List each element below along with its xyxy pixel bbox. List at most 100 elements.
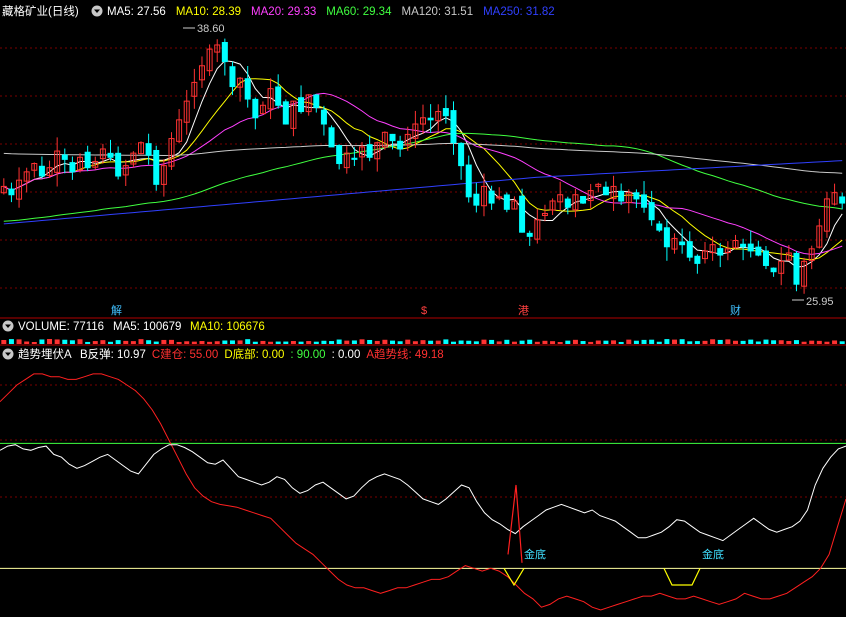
candle-body[interactable] (755, 246, 762, 256)
candle-body[interactable] (458, 142, 465, 167)
ma-label-2: MA20: 29.33 (251, 6, 316, 18)
volume-bar (550, 341, 556, 344)
candle-body[interactable] (313, 94, 320, 108)
ma-label-1: MA10: 28.39 (176, 6, 241, 18)
candle-body[interactable] (229, 66, 236, 88)
ma-dropdown-icon[interactable] (91, 5, 103, 17)
volume-bar (450, 341, 456, 344)
event-marker-dollar[interactable]: $ (421, 305, 427, 317)
candle-body[interactable] (793, 252, 800, 285)
candle-body[interactable] (351, 157, 358, 160)
candle-body[interactable] (221, 41, 228, 63)
candle-body[interactable] (427, 117, 434, 121)
volume-bar (702, 340, 708, 344)
candle-body[interactable] (69, 162, 76, 173)
high-price-label: 38.60 (197, 23, 225, 35)
volume-bar (412, 341, 418, 344)
event-marker-jie[interactable]: 解 (111, 303, 122, 317)
jindi-label-2: 金底 (702, 547, 724, 561)
candle-body[interactable] (61, 154, 68, 160)
candle-body[interactable] (770, 267, 777, 273)
volume-header: VOLUME: 77116 MA5: 100679 MA10: 106676 (2, 320, 265, 333)
candle-body[interactable] (450, 110, 457, 144)
ma-line-60 (3, 132, 843, 222)
candle-body[interactable] (442, 108, 449, 117)
candle-body[interactable] (84, 151, 91, 169)
candle-body[interactable] (641, 194, 648, 208)
candle-body[interactable] (488, 190, 495, 204)
candle-body[interactable] (115, 152, 122, 177)
candle-body[interactable] (580, 196, 587, 204)
candle-body[interactable] (686, 241, 693, 258)
event-marker-gang[interactable]: 港 (518, 304, 529, 317)
candlesticks[interactable] (0, 38, 846, 294)
volume-bar (245, 339, 251, 344)
candle-body[interactable] (473, 193, 480, 206)
volume-dropdown-icon[interactable] (2, 320, 14, 332)
candle-body[interactable] (717, 248, 724, 256)
candle-body[interactable] (656, 223, 663, 231)
volume-bar (367, 339, 373, 344)
candle-body[interactable] (740, 243, 747, 248)
candle-body[interactable] (465, 164, 472, 198)
volume-ma10: MA10: 106676 (190, 321, 265, 333)
candle-body[interactable] (679, 241, 686, 246)
event-marker-cai[interactable]: 财 (730, 303, 741, 317)
volume-bar (694, 341, 700, 344)
volume-bar (672, 339, 678, 344)
candle-body[interactable] (602, 186, 609, 196)
candle-body[interactable] (526, 232, 533, 237)
ma-labels: MA5: 27.56 MA10: 28.39 MA20: 29.33 MA60: 29… (107, 6, 555, 18)
volume-bar (565, 340, 571, 344)
candle-body[interactable] (145, 143, 152, 156)
volume-bar (321, 340, 327, 344)
candle-body[interactable] (397, 140, 404, 150)
indicator-dropdown-icon[interactable] (2, 348, 14, 360)
candle-body[interactable] (648, 202, 655, 221)
volume-bar (161, 339, 167, 344)
b-rebound-line (0, 444, 846, 542)
candle-body[interactable] (336, 145, 343, 165)
candle-body[interactable] (320, 109, 327, 125)
candle-body[interactable] (366, 144, 373, 158)
candle-body[interactable] (298, 97, 305, 113)
volume-bar (641, 339, 647, 344)
candle-body[interactable] (282, 101, 289, 125)
candle-body[interactable] (519, 195, 526, 233)
indicator-label-4: : 0.00 (332, 349, 361, 361)
volume-bar (534, 341, 540, 344)
candle-body[interactable] (153, 149, 160, 185)
volume-bar (184, 341, 190, 344)
candle-body[interactable] (633, 192, 640, 200)
candle-body[interactable] (252, 98, 259, 119)
candle-body[interactable] (107, 152, 114, 158)
event-markers[interactable]: 解 $ 港 财 (111, 303, 741, 317)
candle-body[interactable] (694, 255, 701, 264)
volume-bar (839, 341, 845, 344)
candle-body[interactable] (244, 78, 251, 100)
candle-body[interactable] (564, 198, 571, 208)
candle-body[interactable] (762, 250, 769, 266)
volume-bar (69, 340, 75, 344)
volume-bar (252, 341, 258, 344)
volume-bar (382, 339, 388, 344)
candle-body[interactable] (328, 127, 335, 148)
volume-bar (687, 341, 693, 344)
candle-body[interactable] (389, 133, 396, 142)
volume-bar (191, 341, 197, 344)
volume-bar (633, 340, 639, 344)
candle-body[interactable] (839, 196, 846, 204)
candle-body[interactable] (503, 194, 510, 210)
volume-bar (801, 341, 807, 344)
volume-bar (542, 340, 548, 344)
candle-body[interactable] (618, 190, 625, 202)
candle-body[interactable] (8, 188, 15, 196)
candle-body[interactable] (38, 165, 45, 177)
volume-bar (138, 339, 144, 344)
volume-bar (24, 341, 30, 344)
volume-bar (313, 341, 319, 344)
candle-body[interactable] (275, 86, 282, 106)
candle-body[interactable] (663, 227, 670, 248)
candle-body[interactable] (747, 243, 754, 252)
stock-chart[interactable]: 38.60 25.95 解 $ 港 财 藏格矿业(日线) MA5: 27.56 M… (0, 0, 846, 617)
